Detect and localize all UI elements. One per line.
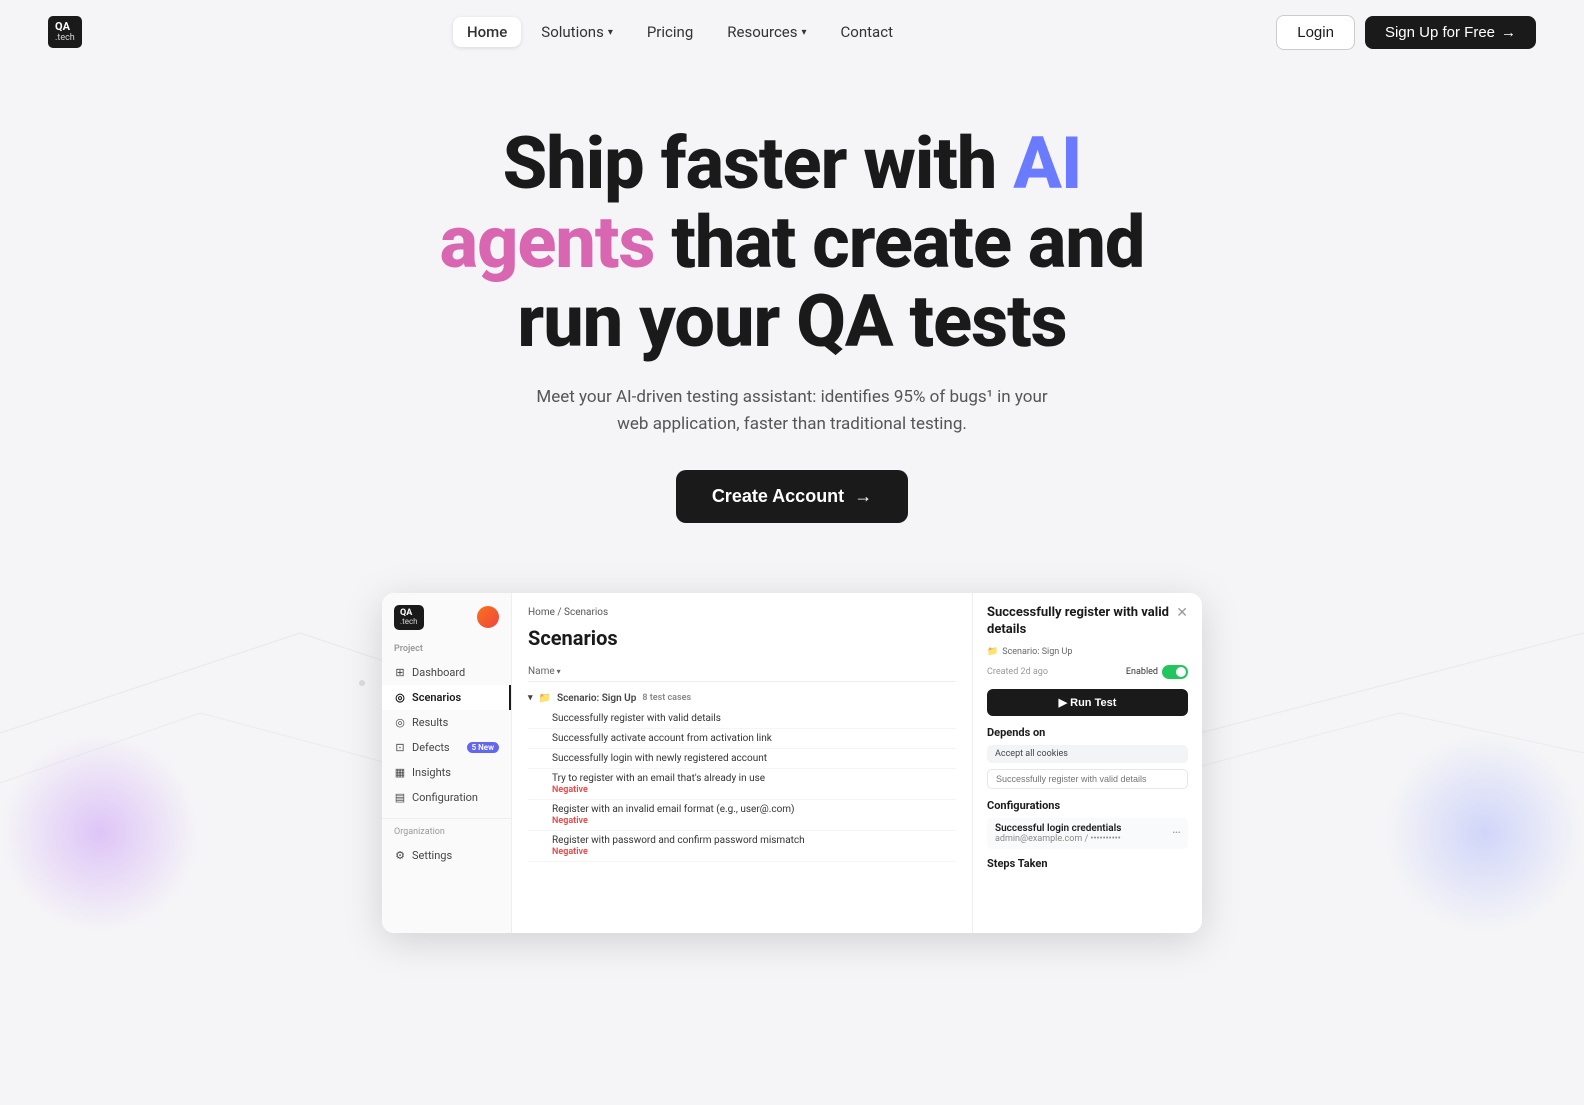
configuration-icon: ▤ [394,791,406,803]
avatar [477,606,499,628]
negative-tag: Negative [552,785,588,795]
logo: QA .tech [48,16,84,48]
logo-qa: QA [55,20,75,33]
more-options-icon[interactable]: ··· [1172,825,1180,841]
sidebar-item-defects[interactable]: ⊡ Defects 5 New [382,735,511,760]
sidebar-item-dashboard[interactable]: ⊞ Dashboard [382,660,511,685]
config-row: Successful login credentials admin@examp… [987,818,1188,849]
depends-input[interactable] [987,769,1188,789]
hero-section: Ship faster with AI agents that create a… [0,64,1584,543]
arrow-icon: → [1501,24,1516,41]
scenario-parent-row[interactable]: ▾ 📁 Scenario: Sign Up 8 test cases [528,688,956,709]
create-account-button[interactable]: Create Account → [676,470,908,523]
chevron-down-icon: ▾ [608,27,613,38]
org-label: Organization [382,827,511,843]
signup-button[interactable]: Sign Up for Free → [1365,16,1536,49]
app-mockup: QA .tech Project ⊞ Dashboard ◎ Scenarios… [382,593,1202,933]
insights-icon: ▦ [394,766,406,778]
sort-icon: ▾ [557,667,561,676]
chevron-down-icon: ▾ [802,27,807,38]
logo-box: QA .tech [48,16,82,48]
hero-headline: Ship faster with AI agents that create a… [342,124,1242,362]
panel-header: Successfully register with valid details… [987,605,1188,639]
results-icon: ◎ [394,716,406,728]
page-title: Scenarios [528,626,956,650]
scenarios-icon: ◎ [394,691,406,703]
arrow-icon: → [854,486,872,507]
sidebar-item-settings[interactable]: ⚙ Settings [382,843,511,868]
breadcrumb: Home / Scenarios [528,607,956,618]
panel-scenario-tag: 📁 Scenario: Sign Up [987,647,1188,657]
navbar: QA .tech Home Solutions ▾ Pricing Resour… [0,0,1584,64]
negative-tag: Negative [552,847,588,857]
nav-links: Home Solutions ▾ Pricing Resources ▾ Con… [453,17,907,47]
steps-taken-title: Steps Taken [987,857,1188,870]
folder-small-icon: 📁 [987,647,998,657]
mockup-sidebar: QA .tech Project ⊞ Dashboard ◎ Scenarios… [382,593,512,933]
nav-pricing[interactable]: Pricing [633,17,707,47]
nav-solutions[interactable]: Solutions ▾ [527,17,627,47]
depends-on-title: Depends on [987,726,1188,739]
table-header: Name ▾ [528,662,956,682]
nav-resources[interactable]: Resources ▾ [713,17,820,47]
sidebar-item-results[interactable]: ◎ Results [382,710,511,735]
close-icon[interactable]: ✕ [1176,605,1188,621]
sidebar-item-configuration[interactable]: ▤ Configuration [382,785,511,810]
toggle-pill[interactable] [1162,665,1188,679]
nav-home[interactable]: Home [453,17,521,47]
sidebar-item-scenarios[interactable]: ◎ Scenarios [382,685,511,710]
run-test-button[interactable]: ▶ Run Test [987,689,1188,716]
app-preview-wrapper: QA .tech Project ⊞ Dashboard ◎ Scenarios… [0,593,1584,933]
sidebar-logo-box: QA .tech [394,605,424,630]
settings-icon: ⚙ [394,849,406,861]
configurations-title: Configurations [987,799,1188,812]
test-item-3[interactable]: Successfully login with newly registered… [528,749,956,769]
panel-meta: Created 2d ago Enabled [987,665,1188,679]
sidebar-item-insights[interactable]: ▦ Insights [382,760,511,785]
defects-badge: 5 New [467,742,499,753]
chevron-down-icon: ▾ [528,693,533,703]
enabled-toggle[interactable]: Enabled [1126,665,1188,679]
login-button[interactable]: Login [1276,15,1355,50]
detail-panel: Successfully register with valid details… [972,593,1202,933]
test-item-1[interactable]: Successfully register with valid details [528,709,956,729]
folder-icon: 📁 [539,693,551,704]
dashboard-icon: ⊞ [394,666,406,678]
nav-actions: Login Sign Up for Free → [1276,15,1536,50]
sidebar-divider [382,818,511,819]
test-item-2[interactable]: Successfully activate account from activ… [528,729,956,749]
test-item-5[interactable]: Register with an invalid email format (e… [528,800,956,831]
panel-title: Successfully register with valid details [987,605,1176,639]
depends-chip: Accept all cookies [987,745,1188,763]
test-item-4[interactable]: Try to register with an email that's alr… [528,769,956,800]
test-item-6[interactable]: Register with password and confirm passw… [528,831,956,862]
defects-icon: ⊡ [394,741,406,753]
sidebar-logo: QA .tech [382,605,511,644]
project-label: Project [382,644,511,660]
logo-tech: .tech [55,33,75,44]
negative-tag: Negative [552,816,588,826]
hero-subtext: Meet your AI-driven testing assistant: i… [532,384,1052,438]
mockup-main-content: Home / Scenarios Scenarios Name ▾ ▾ 📁 Sc… [512,593,972,933]
test-count: 8 test cases [642,693,691,703]
config-subtitle: admin@example.com / •••••••••• [995,834,1121,844]
nav-contact[interactable]: Contact [827,17,907,47]
config-title: Successful login credentials [995,823,1121,834]
